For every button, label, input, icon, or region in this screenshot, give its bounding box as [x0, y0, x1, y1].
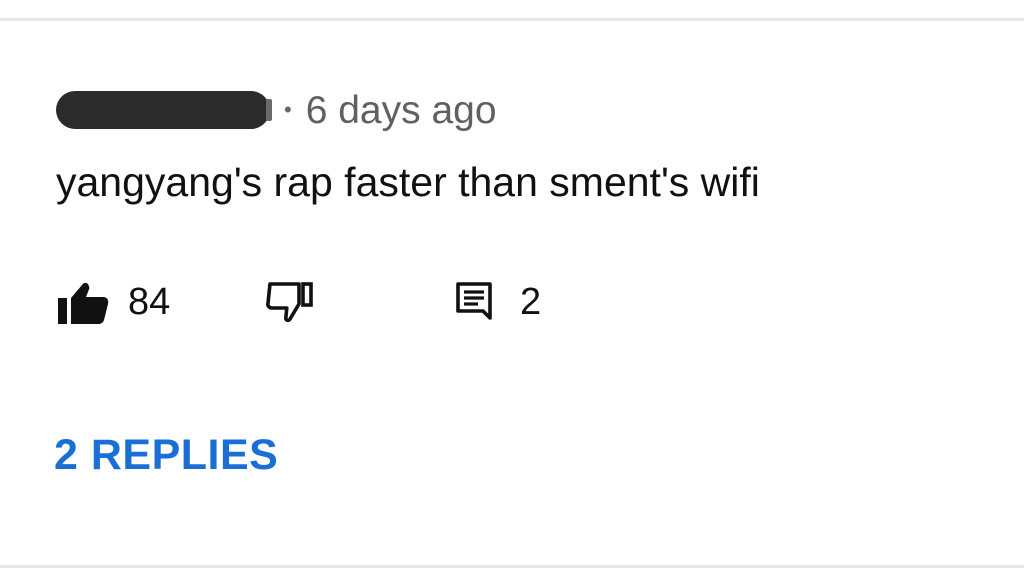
meta-separator: •	[284, 97, 292, 122]
top-divider	[0, 18, 1024, 21]
bottom-divider	[0, 565, 1024, 568]
view-replies-link[interactable]: 2 REPLIES	[54, 430, 278, 482]
thumbs-down-icon	[262, 278, 318, 326]
like-count: 84	[128, 281, 171, 323]
reply-count: 2	[520, 281, 542, 323]
comment-meta: • 6 days ago	[56, 86, 497, 134]
author-name-redacted-edge	[266, 99, 272, 121]
comment-actions: 84 2	[56, 276, 656, 328]
comment-icon	[454, 280, 494, 324]
reply-button[interactable]: 2	[454, 276, 541, 328]
comment-timestamp: 6 days ago	[305, 88, 497, 132]
thumbs-up-icon	[56, 278, 110, 326]
author-name-redacted[interactable]	[56, 91, 270, 129]
like-button[interactable]: 84	[56, 276, 170, 328]
comment-text: yangyang's rap faster than sment's wifi	[56, 159, 760, 205]
dislike-button[interactable]	[262, 276, 318, 328]
